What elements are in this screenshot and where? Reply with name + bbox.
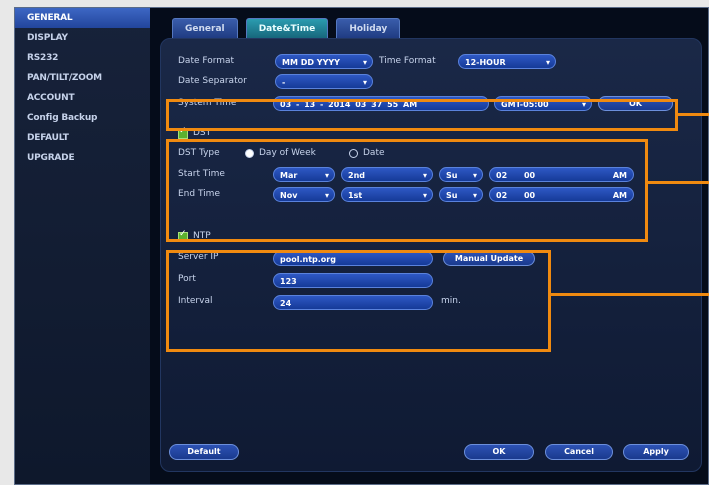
highlight-system-time-pointer: [676, 113, 709, 116]
date-format-select[interactable]: MM DD YYYY: [275, 54, 373, 69]
main-content: General Date&Time Holiday Date Format MM…: [150, 8, 708, 484]
highlight-ntp: [166, 250, 551, 352]
highlight-system-time: [166, 99, 678, 131]
sidebar: GENERAL DISPLAY RS232 PAN/TILT/ZOOM ACCO…: [15, 8, 151, 484]
sidebar-item-account[interactable]: ACCOUNT: [15, 88, 150, 108]
default-button[interactable]: Default: [169, 444, 239, 460]
highlight-ntp-pointer: [549, 293, 709, 296]
date-separator-label: Date Separator: [178, 76, 247, 86]
tab-bar: General Date&Time Holiday: [172, 16, 403, 40]
sidebar-item-display[interactable]: DISPLAY: [15, 28, 150, 48]
highlight-dst-pointer: [646, 181, 709, 184]
sidebar-item-upgrade[interactable]: UPGRADE: [15, 148, 150, 168]
tab-date-time[interactable]: Date&Time: [245, 18, 329, 40]
time-format-label: Time Format: [379, 56, 436, 66]
sidebar-item-rs232[interactable]: RS232: [15, 48, 150, 68]
date-separator-select[interactable]: -: [275, 74, 373, 89]
cancel-button[interactable]: Cancel: [545, 444, 613, 460]
time-format-select[interactable]: 12-HOUR: [458, 54, 556, 69]
sidebar-item-default[interactable]: DEFAULT: [15, 128, 150, 148]
sidebar-item-ptz[interactable]: PAN/TILT/ZOOM: [15, 68, 150, 88]
tab-general[interactable]: General: [172, 18, 238, 40]
settings-window: GENERAL DISPLAY RS232 PAN/TILT/ZOOM ACCO…: [14, 7, 709, 485]
sidebar-item-general[interactable]: GENERAL: [15, 8, 150, 28]
ok-button[interactable]: OK: [464, 444, 534, 460]
apply-button[interactable]: Apply: [623, 444, 689, 460]
tab-holiday[interactable]: Holiday: [336, 18, 401, 40]
sidebar-item-config-backup[interactable]: Config Backup: [15, 108, 150, 128]
highlight-dst: [166, 139, 648, 242]
date-format-label: Date Format: [178, 56, 235, 66]
